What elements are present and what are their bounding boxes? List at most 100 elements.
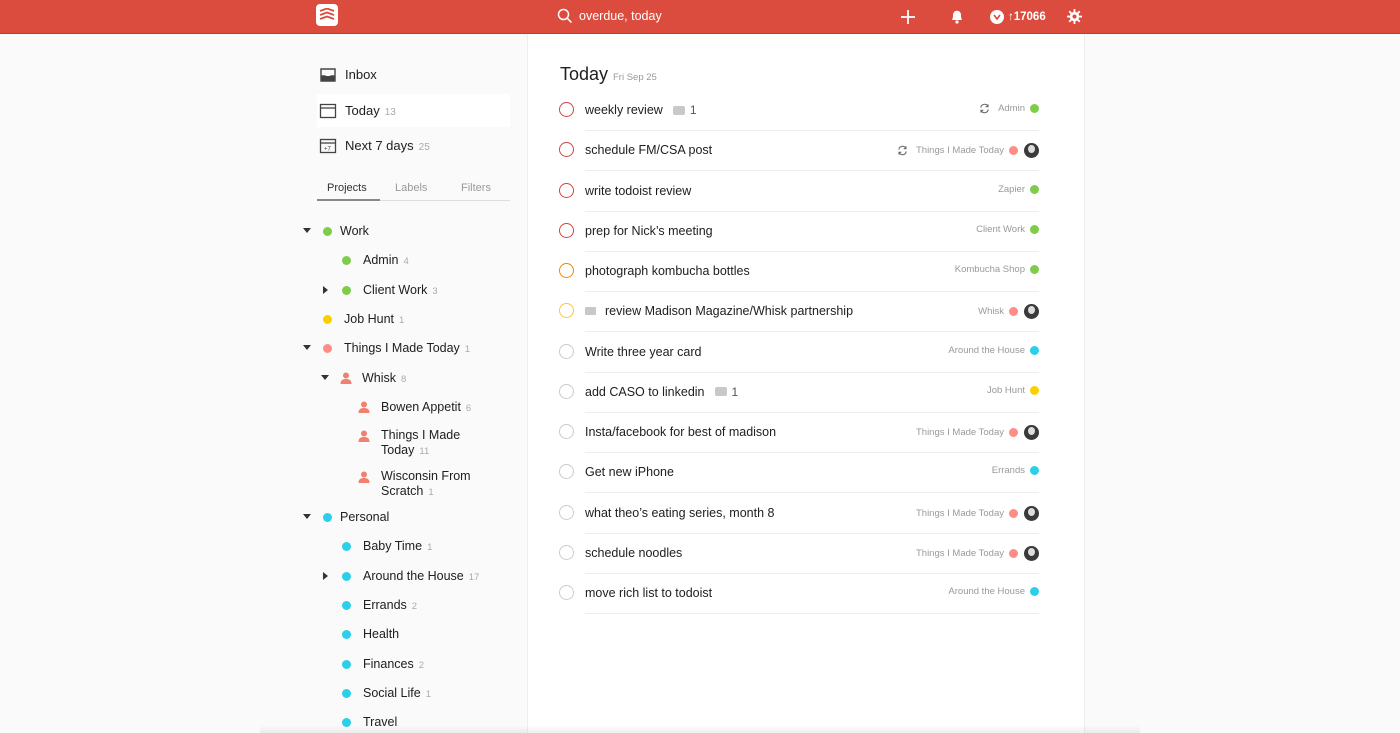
task-project-name[interactable]: Around the House	[948, 586, 1025, 597]
project-work[interactable]: Work	[303, 221, 369, 241]
task-row[interactable]: photograph kombucha bottles Kombucha Shop	[558, 252, 1039, 292]
task-project-name[interactable]: Zapier	[998, 184, 1025, 195]
notifications-button[interactable]	[947, 0, 967, 33]
shared-person-icon	[358, 401, 370, 413]
task-content[interactable]: Insta/facebook for best of madison	[585, 425, 776, 439]
project-personal[interactable]: Personal	[303, 507, 389, 527]
task-complete-checkbox[interactable]	[559, 343, 574, 359]
task-row[interactable]: what theo’s eating series, month 8 Things…	[558, 494, 1039, 534]
project-things-i-made-today[interactable]: Things I Made Today 1	[303, 338, 470, 358]
add-task-button[interactable]	[898, 0, 918, 33]
task-row[interactable]: review Madison Magazine/Whisk partnershi…	[558, 292, 1039, 333]
task-row[interactable]: prep for Nick’s meeting Client Work	[558, 212, 1039, 252]
collapse-arrow-icon[interactable]	[303, 514, 311, 519]
project-finances[interactable]: Finances 2	[342, 654, 424, 674]
shared-person-icon	[358, 430, 370, 442]
task-row[interactable]: write todoist review Zapier	[558, 172, 1039, 212]
task-project-name[interactable]: Admin	[998, 103, 1025, 114]
task-project-name[interactable]: Errands	[992, 465, 1025, 476]
collapse-arrow-icon[interactable]	[303, 228, 311, 233]
nav-today-count: 13	[384, 106, 396, 118]
project-client-work[interactable]: Client Work 3	[323, 280, 438, 300]
task-content[interactable]: Write three year card	[585, 345, 701, 359]
project-social-life[interactable]: Social Life 1	[342, 683, 431, 703]
project-wisconsin-from-scratch[interactable]: Wisconsin From Scratch 1	[358, 469, 471, 499]
assignee-avatar[interactable]	[1024, 505, 1039, 521]
tab-filters[interactable]: Filters	[461, 182, 491, 194]
task-project-name[interactable]: Things I Made Today	[916, 508, 1004, 519]
task-row[interactable]: schedule FM/CSA post Things I Made Today	[558, 131, 1039, 172]
project-errands[interactable]: Errands 2	[342, 595, 417, 615]
task-content[interactable]: Get new iPhone	[585, 465, 674, 479]
task-project-name[interactable]: Things I Made Today	[916, 427, 1004, 438]
task-row[interactable]: Insta/facebook for best of madison Things…	[558, 413, 1039, 453]
task-content[interactable]: schedule noodles	[585, 546, 682, 560]
quick-find-search[interactable]: overdue, today	[557, 6, 662, 26]
task-content[interactable]: schedule FM/CSA post	[585, 143, 712, 157]
task-complete-checkbox[interactable]	[559, 303, 574, 319]
tab-projects[interactable]: Projects	[327, 182, 367, 194]
expand-arrow-icon[interactable]	[323, 286, 328, 294]
expand-arrow-icon[interactable]	[323, 572, 328, 580]
task-project-name[interactable]: Whisk	[978, 306, 1004, 317]
task-project-name[interactable]: Kombucha Shop	[955, 264, 1025, 275]
assignee-avatar[interactable]	[1024, 425, 1039, 440]
karma-button[interactable]: ↑17066	[990, 0, 1046, 33]
task-complete-checkbox[interactable]	[559, 102, 574, 117]
tab-labels[interactable]: Labels	[395, 182, 427, 194]
task-row[interactable]: add CASO to linkedin 1 Job Hunt	[558, 373, 1039, 413]
search-input[interactable]: overdue, today	[579, 9, 662, 23]
project-admin[interactable]: Admin 4	[342, 250, 409, 270]
task-content[interactable]: add CASO to linkedin 1	[585, 385, 738, 399]
task-row[interactable]: Get new iPhone Errands	[558, 453, 1039, 494]
project-whisk[interactable]: Whisk 8	[321, 368, 406, 388]
search-icon	[557, 8, 573, 24]
task-complete-checkbox[interactable]	[559, 383, 574, 399]
task-project-name[interactable]: Things I Made Today	[916, 145, 1004, 156]
project-baby-time[interactable]: Baby Time 1	[342, 536, 432, 556]
task-complete-checkbox[interactable]	[559, 585, 574, 600]
task-row[interactable]: move rich list to todoist Around the Hous…	[558, 574, 1039, 614]
task-complete-checkbox[interactable]	[559, 263, 574, 278]
task-complete-checkbox[interactable]	[559, 424, 574, 439]
assignee-avatar[interactable]	[1024, 304, 1039, 320]
task-content[interactable]: review Madison Magazine/Whisk partnershi…	[585, 304, 853, 318]
comments-indicator[interactable]: 1	[714, 385, 738, 399]
nav-next-7-days[interactable]: +7 Next 7 days 25	[317, 129, 510, 162]
project-health[interactable]: Health	[342, 624, 399, 644]
task-complete-checkbox[interactable]	[559, 544, 574, 560]
task-content[interactable]: move rich list to todoist	[585, 586, 712, 600]
task-content[interactable]: prep for Nick’s meeting	[585, 224, 713, 238]
project-things-i-made-today-sub[interactable]: Things I Made Today 11	[358, 428, 460, 458]
task-content[interactable]: photograph kombucha bottles	[585, 264, 750, 278]
task-content[interactable]: weekly review 1	[585, 103, 697, 117]
task-meta: Things I Made Today	[916, 505, 1039, 521]
task-meta: Around the House	[948, 586, 1039, 597]
project-job-hunt[interactable]: Job Hunt 1	[323, 309, 404, 329]
task-project-name[interactable]: Job Hunt	[987, 385, 1025, 396]
project-around-the-house[interactable]: Around the House 17	[323, 566, 479, 586]
task-content[interactable]: what theo’s eating series, month 8	[585, 506, 774, 520]
task-complete-checkbox[interactable]	[559, 222, 574, 238]
nav-inbox[interactable]: Inbox	[317, 58, 510, 91]
comments-indicator[interactable]: 1	[672, 103, 697, 117]
task-project-name[interactable]: Around the House	[948, 345, 1025, 356]
task-row[interactable]: schedule noodles Things I Made Today	[558, 534, 1039, 574]
project-bowen-appetit[interactable]: Bowen Appetit 6	[358, 397, 471, 417]
assignee-avatar[interactable]	[1024, 143, 1039, 159]
collapse-arrow-icon[interactable]	[303, 345, 311, 350]
task-content[interactable]: write todoist review	[585, 184, 691, 198]
nav-today[interactable]: Today 13	[317, 94, 510, 127]
task-project-name[interactable]: Client Work	[976, 224, 1025, 235]
task-complete-checkbox[interactable]	[559, 182, 574, 198]
settings-button[interactable]	[1064, 0, 1084, 33]
task-complete-checkbox[interactable]	[559, 504, 574, 520]
assignee-avatar[interactable]	[1024, 545, 1039, 561]
todoist-logo-icon[interactable]	[316, 4, 338, 26]
collapse-arrow-icon[interactable]	[321, 375, 329, 380]
task-project-name[interactable]: Things I Made Today	[916, 548, 1004, 559]
task-complete-checkbox[interactable]	[559, 464, 574, 480]
task-complete-checkbox[interactable]	[559, 142, 574, 158]
task-row[interactable]: Write three year card Around the House	[558, 333, 1039, 373]
task-row[interactable]: weekly review 1 Admin	[558, 91, 1039, 131]
